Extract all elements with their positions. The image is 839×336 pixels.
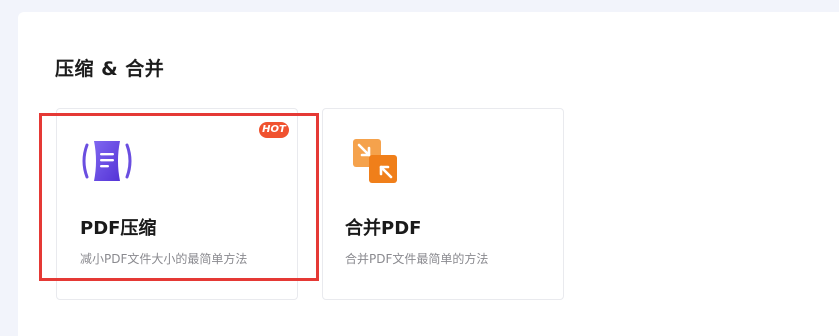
merge-icon bbox=[353, 139, 397, 183]
hot-badge: HOT bbox=[259, 122, 289, 138]
card-title: PDF压缩 bbox=[80, 218, 157, 239]
pdf-compress-card[interactable]: PDF压缩 减小PDF文件大小的最简单方法 bbox=[56, 108, 298, 300]
section-title: 压缩 & 合并 bbox=[55, 58, 165, 80]
card-description: 合并PDF文件最简单的方法 bbox=[345, 252, 489, 266]
card-title: 合并PDF bbox=[345, 218, 422, 239]
card-description: 减小PDF文件大小的最简单方法 bbox=[80, 252, 248, 266]
merge-pdf-card[interactable]: 合并PDF 合并PDF文件最简单的方法 bbox=[322, 108, 564, 300]
compress-icon bbox=[82, 141, 132, 181]
tools-panel: 压缩 & 合并 PDF压缩 减小PDF文件大小的最简单方法 合并PDF 合并PD… bbox=[18, 12, 839, 336]
